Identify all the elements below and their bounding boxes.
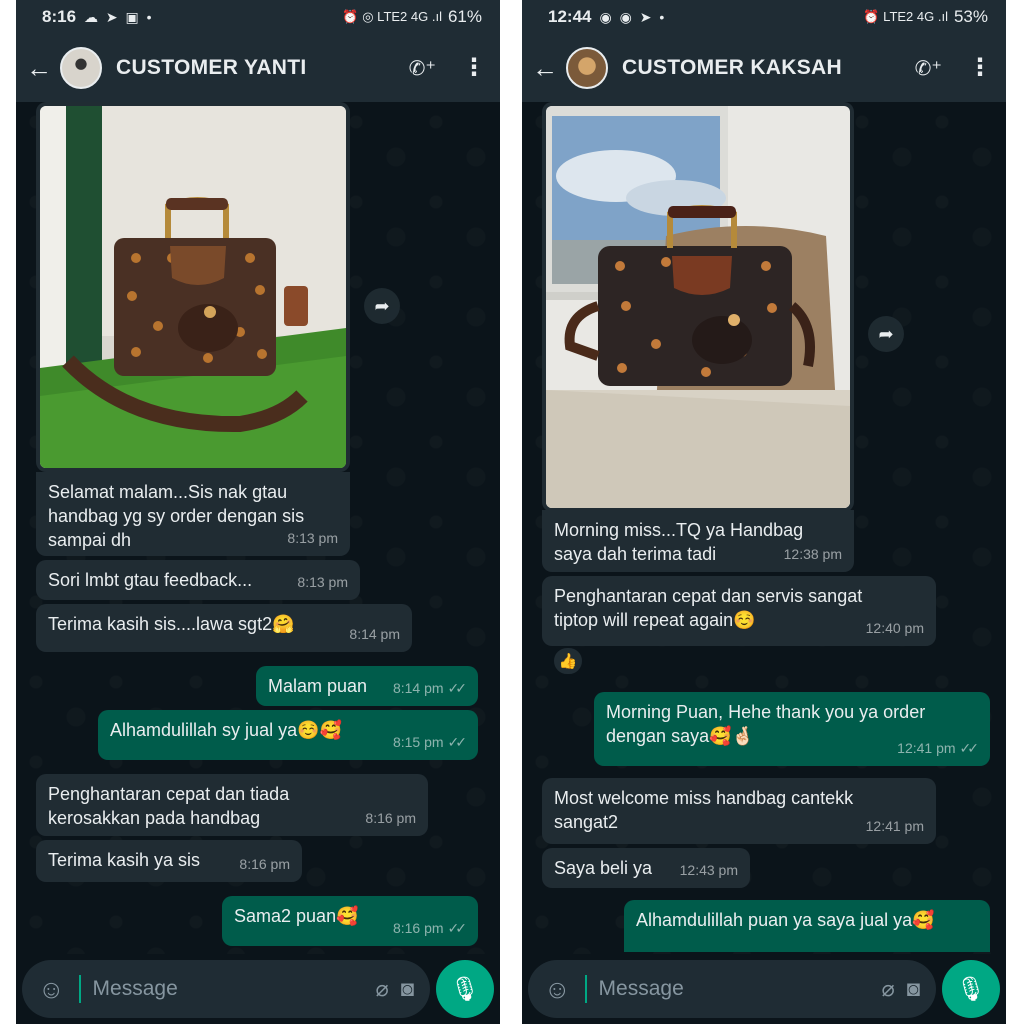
forward-icon[interactable]: ➦ [364, 288, 400, 324]
message-incoming[interactable]: Terima kasih ya sis 8:16 pm [36, 840, 302, 882]
message-time: 12:38 pm [783, 546, 842, 562]
message-time: 12:40 pm [865, 620, 924, 636]
back-arrow-icon[interactable]: ← [26, 53, 56, 84]
message-time: 8:16 pm [365, 810, 416, 826]
signal-icons: ⏰ LTE2 4G .ıl [863, 9, 948, 24]
message-time: 8:13 pm [287, 530, 338, 546]
camera-icon[interactable]: ◙ [401, 976, 414, 1002]
chat-screen-right: 12:44 ◉ ◉ ➤ • ⏰ LTE2 4G .ıl 53% ← CUSTOM… [522, 0, 1006, 1024]
mic-icon[interactable]: 🎙 [436, 960, 494, 1018]
message-input[interactable]: ☺ Message ⌀ ◙ [22, 960, 430, 1018]
double-check-icon: ✓✓ [447, 680, 468, 696]
add-call-icon[interactable]: ✆⁺ [915, 56, 942, 81]
message-outgoing[interactable]: Sama2 puan🥰 8:16 pm ✓✓ [222, 896, 478, 946]
message-placeholder[interactable]: Message [93, 977, 178, 1001]
message-list[interactable]: ➦ Selamat malam...Sis nak gtau handbag y… [16, 102, 500, 954]
emoji-icon[interactable]: ☺ [544, 974, 571, 1005]
message-incoming[interactable]: Penghantaran cepat dan servis sangat tip… [542, 576, 936, 646]
status-bar: 12:44 ◉ ◉ ➤ • ⏰ LTE2 4G .ıl 53% [522, 0, 1006, 34]
message-text: Alhamdulillah puan ya saya jual ya🥰 [636, 910, 935, 930]
battery-level: 61% [447, 7, 482, 26]
double-check-icon: ✓✓ [447, 734, 468, 750]
status-time: 12:44 [548, 7, 592, 26]
message-text: Penghantaran cepat dan tiada kerosakkan … [48, 784, 290, 828]
message-time: 8:13 pm [297, 574, 348, 590]
message-time: 8:14 pm [392, 680, 444, 696]
message-composer: ☺ Message ⌀ ◙ 🎙 [16, 954, 500, 1024]
message-list[interactable]: ➦ Morning miss...TQ ya Handbag saya dah … [522, 102, 1006, 954]
message-outgoing[interactable]: Alhamdulillah sy jual ya☺️🥰 8:15 pm ✓✓ [98, 710, 478, 760]
message-time: 12:41 pm [865, 818, 924, 834]
thumbs-up-reaction[interactable]: 👍 [552, 646, 584, 676]
message-time: 12:43 pm [679, 862, 738, 878]
message-outgoing[interactable]: Alhamdulillah puan ya saya jual ya🥰 [624, 900, 990, 952]
message-outgoing[interactable]: Morning Puan, Hehe thank you ya order de… [594, 692, 990, 766]
message-outgoing[interactable]: Malam puan 8:14 pm ✓✓ [256, 666, 478, 706]
image-message[interactable] [36, 102, 350, 472]
more-vert-icon[interactable]: ⋮ [462, 56, 486, 80]
notification-icons: ☁ ➤ ▣ • [84, 8, 154, 25]
handbag-photo[interactable] [40, 106, 346, 468]
status-time: 8:16 [42, 7, 77, 26]
notification-icons: ◉ ◉ ➤ • [599, 8, 667, 25]
message-input[interactable]: ☺ Message ⌀ ◙ [528, 960, 936, 1018]
message-incoming[interactable]: Sori lmbt gtau feedback... 8:13 pm [36, 560, 360, 600]
contact-name[interactable]: CUSTOMER KAKSAH [622, 56, 842, 80]
message-time: 8:15 pm [392, 734, 444, 750]
message-time: 8:16 pm [239, 856, 290, 872]
emoji-icon[interactable]: ☺ [38, 974, 65, 1005]
add-call-icon[interactable]: ✆⁺ [409, 56, 436, 81]
message-composer: ☺ Message ⌀ ◙ 🎙 [522, 954, 1006, 1024]
message-incoming[interactable]: Saya beli ya 12:43 pm [542, 848, 750, 888]
chat-screen-left: 8:16 ☁ ➤ ▣ • ⏰ ◎ LTE2 4G .ıl 61% ← CUSTO… [16, 0, 500, 1024]
signal-icons: ⏰ ◎ LTE2 4G .ıl [342, 9, 442, 24]
message-incoming[interactable]: Selamat malam...Sis nak gtau handbag yg … [36, 472, 350, 556]
camera-icon[interactable]: ◙ [907, 976, 920, 1002]
message-incoming[interactable]: Most welcome miss handbag cantekk sangat… [542, 778, 936, 844]
message-incoming[interactable]: Morning miss...TQ ya Handbag saya dah te… [542, 510, 854, 572]
status-bar: 8:16 ☁ ➤ ▣ • ⏰ ◎ LTE2 4G .ıl 61% [16, 0, 500, 34]
chat-header: ← CUSTOMER YANTI ✆⁺ ⋮ [16, 34, 500, 102]
mic-icon[interactable]: 🎙 [942, 960, 1000, 1018]
back-arrow-icon[interactable]: ← [532, 53, 562, 84]
message-text: Terima kasih sis....lawa sgt2🤗 [48, 614, 295, 634]
chat-header: ← CUSTOMER KAKSAH ✆⁺ ⋮ [522, 34, 1006, 102]
message-time: 8:16 pm [392, 920, 444, 936]
avatar[interactable] [566, 47, 608, 89]
more-vert-icon[interactable]: ⋮ [968, 56, 992, 80]
paperclip-icon[interactable]: ⌀ [881, 976, 894, 1002]
handbag-photo[interactable] [546, 106, 850, 508]
battery-level: 53% [953, 7, 988, 26]
double-check-icon: ✓✓ [959, 740, 980, 756]
message-time: 12:41 pm [897, 740, 956, 756]
avatar[interactable] [60, 47, 102, 89]
message-time: 8:14 pm [349, 626, 400, 642]
text-cursor [78, 975, 81, 1003]
image-message[interactable] [542, 102, 854, 512]
forward-icon[interactable]: ➦ [868, 316, 904, 352]
message-placeholder[interactable]: Message [599, 977, 684, 1001]
double-check-icon: ✓✓ [447, 920, 468, 936]
message-incoming[interactable]: Terima kasih sis....lawa sgt2🤗 8:14 pm [36, 604, 412, 652]
message-incoming[interactable]: Penghantaran cepat dan tiada kerosakkan … [36, 774, 428, 836]
text-cursor [584, 975, 587, 1003]
contact-name[interactable]: CUSTOMER YANTI [116, 56, 307, 80]
paperclip-icon[interactable]: ⌀ [375, 976, 388, 1002]
